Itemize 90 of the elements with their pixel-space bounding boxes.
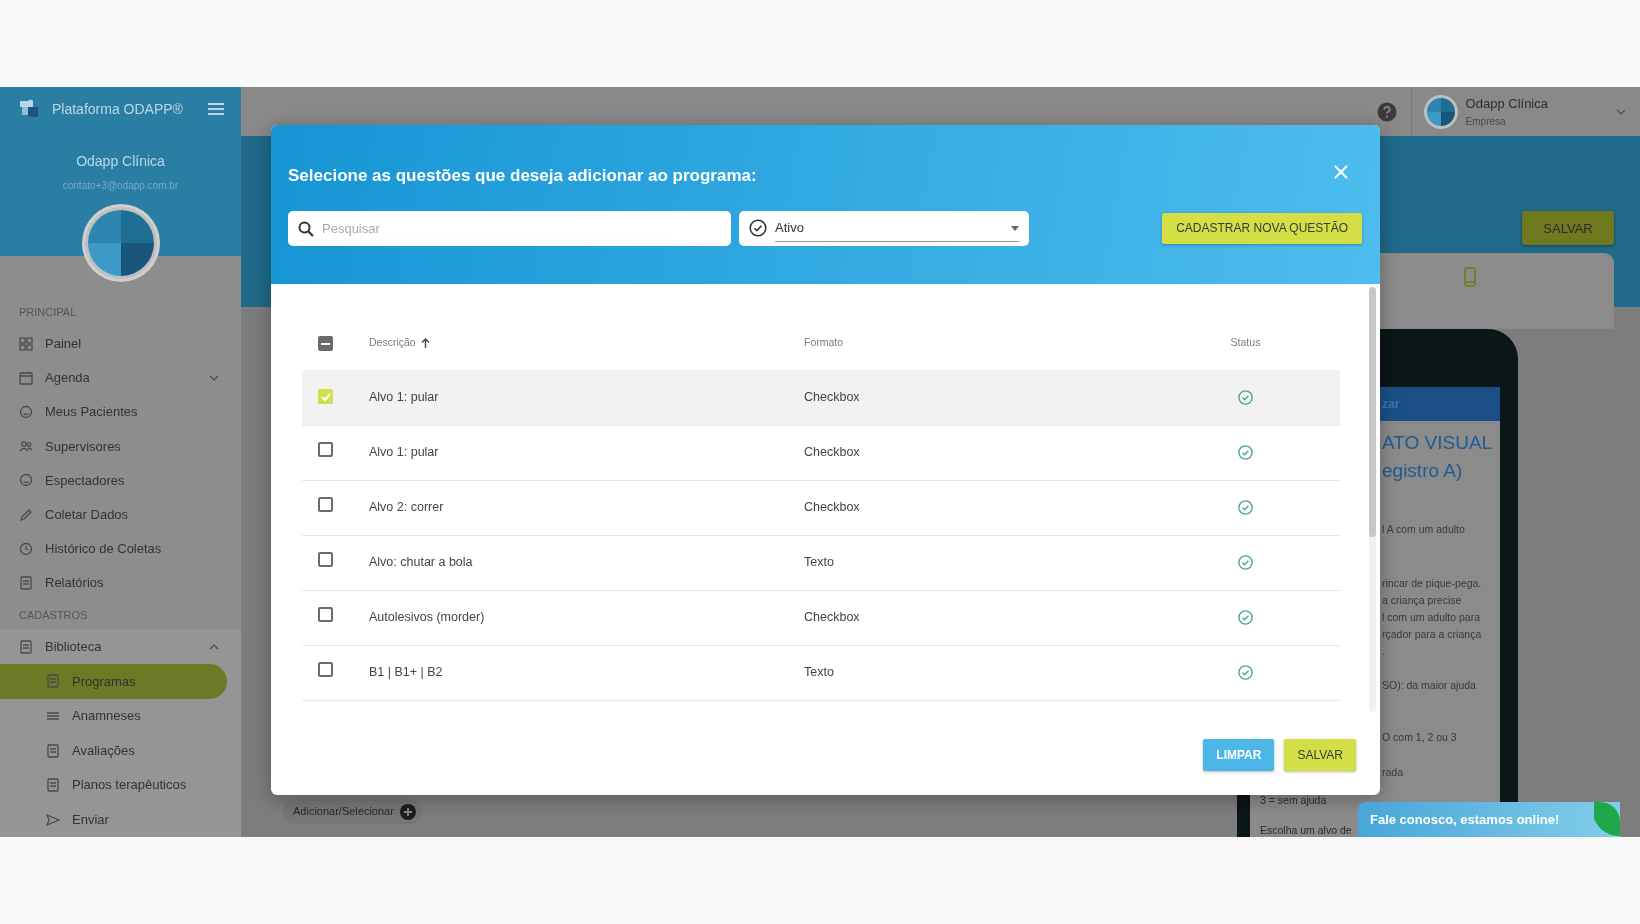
document-icon: [46, 743, 60, 758]
save-button[interactable]: SALVAR: [1284, 739, 1356, 771]
document-icon: [19, 575, 33, 590]
question-description: Alvo 1: pular: [369, 389, 439, 404]
people-icon: [19, 439, 33, 454]
question-description: Alvo 2: correr: [369, 500, 444, 515]
sidebar-item[interactable]: Agenda: [0, 360, 241, 396]
smiley-icon: [19, 405, 33, 420]
history-icon: [19, 541, 33, 556]
preview-text: SO): da maior ajuda: [1382, 678, 1477, 693]
document-icon: [46, 778, 60, 793]
question-format: Texto: [804, 665, 834, 680]
calendar-icon: [19, 370, 33, 385]
document-icon: [46, 674, 60, 689]
sidebar-item[interactable]: Painel: [0, 326, 241, 361]
question-description: Alvo 1: pular: [369, 445, 439, 460]
preview-text: O com 1, 2 ou 3: [1382, 730, 1458, 745]
section-heading: CADASTROS: [18, 608, 89, 623]
search-field[interactable]: Pesquisar: [288, 210, 731, 246]
caret-icon: [1011, 225, 1019, 231]
chevron-icon[interactable]: [1616, 108, 1626, 115]
dash-icon: [321, 342, 330, 345]
question-description: Alvo: chutar a bola: [369, 555, 473, 570]
organization-email: contato+3@odapp.com.br: [61, 179, 180, 194]
chevron-icon: [209, 643, 219, 650]
preview-text: a criança precise: [1382, 593, 1463, 608]
question-description: B1 | B1+ | B2: [369, 665, 443, 680]
plus-icon: [399, 803, 416, 820]
sort-arrow-icon[interactable]: [420, 337, 430, 348]
sidebar-subitem[interactable]: Anamneses: [0, 698, 227, 734]
sidebar-item[interactable]: Relatórios: [0, 565, 241, 600]
question-format: Checkbox: [804, 445, 860, 460]
column-header[interactable]: Formato: [804, 335, 844, 348]
checkbox[interactable]: [318, 442, 333, 458]
section-heading: PRINCIPAL: [18, 305, 78, 321]
select-all-checkbox[interactable]: [318, 336, 333, 352]
dialog-title: Selecione as questões que deseja adicionar ao programa:: [288, 165, 757, 187]
scrollbar[interactable]: [1369, 287, 1376, 712]
clear-button[interactable]: LIMPAR: [1203, 739, 1275, 771]
column-header[interactable]: Status: [1230, 335, 1261, 348]
document-icon: [19, 639, 33, 654]
smiley-icon: [19, 473, 33, 488]
grid-icon: [19, 336, 33, 351]
check-circle-icon: [749, 219, 767, 237]
preview-text: rincar de pique-pega.: [1382, 576, 1483, 591]
column-header[interactable]: Descrição: [369, 335, 416, 348]
preview-text: rçador para a criança: [1382, 627, 1483, 642]
checkmark-icon: [320, 392, 331, 401]
checkbox[interactable]: [318, 497, 333, 513]
question-format: Checkbox: [804, 389, 860, 404]
puzzle-avatar: [1423, 94, 1458, 129]
question-format: Checkbox: [804, 610, 860, 625]
sidebar-item[interactable]: Coletar Dados: [0, 497, 241, 532]
checkbox[interactable]: [318, 607, 333, 623]
sidebar-item[interactable]: Supervisores: [0, 429, 241, 464]
preview-text: 3 = sem ajuda: [1260, 793, 1327, 807]
sidebar-subitem[interactable]: Planos terapêuticos: [0, 767, 227, 803]
preview-title: ATO VISUAL: [1382, 431, 1494, 455]
pencil-icon: [19, 507, 33, 522]
menu-icon[interactable]: [207, 102, 225, 117]
close-icon: [1334, 164, 1348, 179]
user-name: Odapp Clínica: [1465, 95, 1548, 114]
send-icon: [46, 812, 60, 827]
sidebar-subitem[interactable]: Avaliações: [0, 733, 227, 768]
user-role: Empresa: [1465, 114, 1507, 129]
preview-title: egistro A): [1382, 459, 1464, 483]
sidebar-subitem[interactable]: Enviar: [0, 802, 227, 837]
sidebar-item[interactable]: Meus Pacientes: [0, 395, 241, 430]
sidebar-subitem[interactable]: Programas: [0, 664, 227, 699]
sidebar-item[interactable]: Espectadores: [0, 463, 241, 498]
preview-text: .: [1382, 644, 1386, 659]
question-description: Autolesivos (morder): [369, 610, 485, 625]
sidebar-item[interactable]: Biblioteca: [0, 629, 241, 665]
checkbox[interactable]: [318, 662, 333, 678]
organization-name: Odapp Clínica: [75, 152, 166, 172]
preview-text: Escolha um alvo de: [1260, 823, 1352, 837]
smartphone-icon: [1463, 267, 1476, 287]
chat-widget[interactable]: Fale conosco, estamos online!: [1358, 802, 1620, 837]
status-select[interactable]: Ativo: [739, 210, 1029, 246]
preview-text: rada: [1382, 765, 1404, 780]
checkbox[interactable]: [318, 552, 333, 568]
brand-name: Plataforma ODAPP®: [52, 99, 183, 119]
sidebar-item[interactable]: Histórico de Coletas: [0, 531, 241, 566]
question-format: Texto: [804, 555, 834, 570]
new-question-button[interactable]: CADASTRAR NOVA QUESTÃO: [1162, 212, 1362, 244]
chevron-icon: [209, 374, 219, 381]
add-select-button[interactable]: Adicionar/Selecionar: [283, 799, 422, 824]
question-format: Checkbox: [804, 500, 860, 515]
save-button[interactable]: SALVAR: [1522, 211, 1614, 246]
help-icon[interactable]: [1376, 101, 1397, 122]
